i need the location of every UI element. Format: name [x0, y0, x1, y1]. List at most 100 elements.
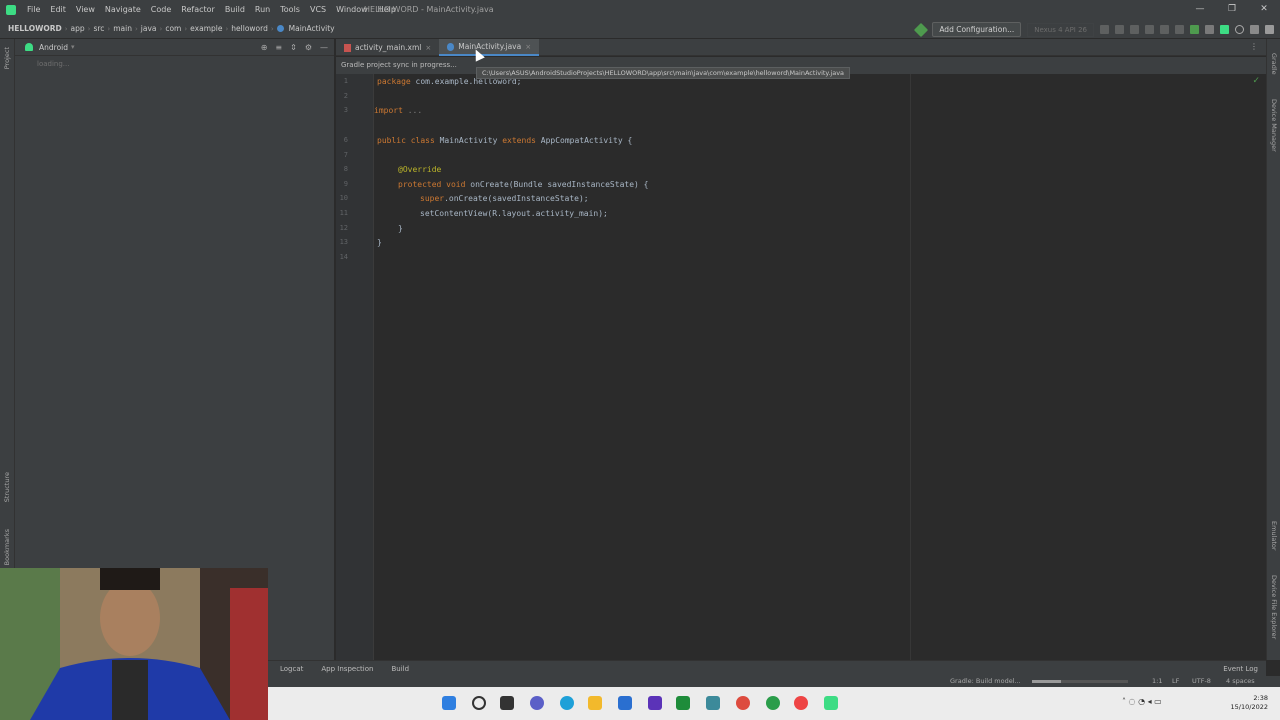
device-manager-tool-tab[interactable]: Device Manager: [1270, 99, 1278, 152]
apply-changes-icon[interactable]: [1115, 25, 1124, 34]
sdk-manager-icon[interactable]: [1220, 25, 1229, 34]
restore-icon[interactable]: ❐: [1216, 0, 1248, 19]
close-icon[interactable]: ✕: [1248, 0, 1280, 19]
project-loading-text: loading...: [37, 60, 70, 68]
ide-update-icon[interactable]: [1265, 25, 1274, 34]
more-tabs-icon[interactable]: ⋮: [1250, 42, 1258, 51]
logcat-tab[interactable]: Logcat: [268, 665, 309, 673]
volume-icon[interactable]: ◂: [1148, 697, 1152, 706]
task-view-icon[interactable]: [500, 696, 514, 710]
breadcrumb-main[interactable]: main: [110, 24, 135, 33]
breadcrumb-com[interactable]: com: [162, 24, 184, 33]
search-icon[interactable]: [472, 696, 486, 710]
close-icon[interactable]: ×: [425, 44, 431, 52]
chat-icon[interactable]: [530, 696, 544, 710]
code-editor[interactable]: ✓ package com.example.helloword; import …: [374, 74, 1266, 660]
code-line-10: protected void onCreate(Bundle savedInst…: [398, 180, 649, 189]
gradle-build-status[interactable]: Gradle: Build model...: [950, 677, 1021, 685]
debug-icon[interactable]: [1130, 25, 1139, 34]
breadcrumb-app[interactable]: app: [68, 24, 88, 33]
emulator-tool-tab[interactable]: Emulator: [1270, 521, 1278, 551]
menu-build[interactable]: Build: [220, 5, 250, 14]
line-number: 1: [343, 77, 348, 85]
locate-icon[interactable]: ⊕: [261, 43, 268, 52]
collapse-all-icon[interactable]: ⇕: [290, 43, 297, 52]
breadcrumb-mainactivity[interactable]: MainActivity: [286, 24, 338, 33]
minimize-icon[interactable]: —: [1184, 0, 1216, 19]
device-manager-icon[interactable]: [1205, 25, 1214, 34]
line-number: 2: [343, 92, 348, 100]
start-icon[interactable]: [442, 696, 456, 710]
hammer-build-icon[interactable]: [914, 22, 929, 37]
visual-studio-icon[interactable]: [648, 696, 662, 710]
menu-refactor[interactable]: Refactor: [176, 5, 220, 14]
event-log-tab[interactable]: Event Log: [1223, 665, 1258, 673]
breadcrumb-helloword[interactable]: helloword: [228, 24, 271, 33]
menu-vcs[interactable]: VCS: [305, 5, 331, 14]
add-configuration-button[interactable]: Add Configuration...: [932, 22, 1022, 37]
attach-debugger-icon[interactable]: [1160, 25, 1169, 34]
excel-icon[interactable]: [676, 696, 690, 710]
tab-activity-main-xml[interactable]: activity_main.xml ×: [336, 39, 439, 56]
hide-icon[interactable]: —: [320, 43, 328, 52]
mail-icon[interactable]: [618, 696, 632, 710]
device-file-explorer-tool-tab[interactable]: Device File Explorer: [1270, 575, 1278, 639]
menu-view[interactable]: View: [71, 5, 100, 14]
menu-code[interactable]: Code: [146, 5, 176, 14]
wifi-icon[interactable]: ◔: [1138, 697, 1145, 706]
project-tool-tab[interactable]: Project: [3, 47, 11, 69]
chrome-icon[interactable]: [736, 696, 750, 710]
indent-setting[interactable]: 4 spaces: [1226, 677, 1255, 685]
taskbar-clock[interactable]: 2:38 15/10/2022: [1231, 694, 1268, 712]
breadcrumb-project[interactable]: HELLOWORD: [0, 24, 65, 33]
run-icon[interactable]: [1100, 25, 1109, 34]
code-line-14: }: [377, 238, 382, 247]
gear-icon[interactable]: ⚙: [305, 43, 312, 52]
line-number: 12: [339, 224, 348, 232]
caret-position[interactable]: 1:1: [1152, 677, 1162, 685]
line-separator[interactable]: LF: [1172, 677, 1179, 685]
edge-icon[interactable]: [560, 696, 574, 710]
project-panel-tools: ⊕ ≡ ⇕ ⚙ —: [261, 43, 328, 52]
no-problems-check-icon[interactable]: ✓: [1252, 76, 1260, 86]
device-selector[interactable]: Nexus 4 API 26: [1027, 22, 1094, 37]
close-icon[interactable]: ×: [525, 43, 531, 51]
project-view-selector[interactable]: Android: [39, 43, 68, 52]
search-icon[interactable]: [1235, 25, 1244, 34]
calculator-icon[interactable]: [706, 696, 720, 710]
breadcrumb-example[interactable]: example: [187, 24, 225, 33]
right-tool-stripe: Gradle Device Manager Emulator Device Fi…: [1266, 39, 1280, 660]
network-icon[interactable]: ◌: [1129, 697, 1136, 706]
tab-label: activity_main.xml: [355, 43, 422, 52]
chevron-down-icon[interactable]: ▾: [71, 43, 75, 51]
gradle-tool-tab[interactable]: Gradle: [1270, 53, 1278, 75]
menu-navigate[interactable]: Navigate: [100, 5, 146, 14]
chevron-up-icon[interactable]: ˄: [1122, 697, 1126, 706]
android-icon: [25, 43, 33, 51]
bookmarks-tool-tab[interactable]: Bookmarks: [3, 529, 11, 565]
profile-icon[interactable]: [1145, 25, 1154, 34]
stop-icon[interactable]: [1175, 25, 1184, 34]
android-studio-icon[interactable]: [824, 696, 838, 710]
structure-tool-tab[interactable]: Structure: [3, 472, 11, 502]
gear-icon[interactable]: [1250, 25, 1259, 34]
line-number: 7: [343, 151, 348, 159]
sync-gradle-icon[interactable]: [1190, 25, 1199, 34]
tab-mainactivity-java[interactable]: MainActivity.java ×: [439, 39, 540, 56]
app-inspection-tab[interactable]: App Inspection: [309, 665, 379, 673]
line-number: 10: [339, 194, 348, 202]
build-tab[interactable]: Build: [379, 665, 415, 673]
battery-icon[interactable]: ▭: [1154, 697, 1162, 706]
file-explorer-icon[interactable]: [588, 696, 602, 710]
menu-file[interactable]: File: [22, 5, 45, 14]
chrome-profile-icon[interactable]: [766, 696, 780, 710]
expand-all-icon[interactable]: ≡: [275, 43, 282, 52]
breadcrumb-src[interactable]: src: [90, 24, 107, 33]
menu-run[interactable]: Run: [250, 5, 275, 14]
menu-tools[interactable]: Tools: [275, 5, 305, 14]
menu-edit[interactable]: Edit: [45, 5, 71, 14]
breadcrumb-java[interactable]: java: [138, 24, 160, 33]
file-encoding[interactable]: UTF-8: [1192, 677, 1211, 685]
main-menu: File Edit View Navigate Code Refactor Bu…: [22, 5, 401, 14]
chrome-alt-icon[interactable]: [794, 696, 808, 710]
